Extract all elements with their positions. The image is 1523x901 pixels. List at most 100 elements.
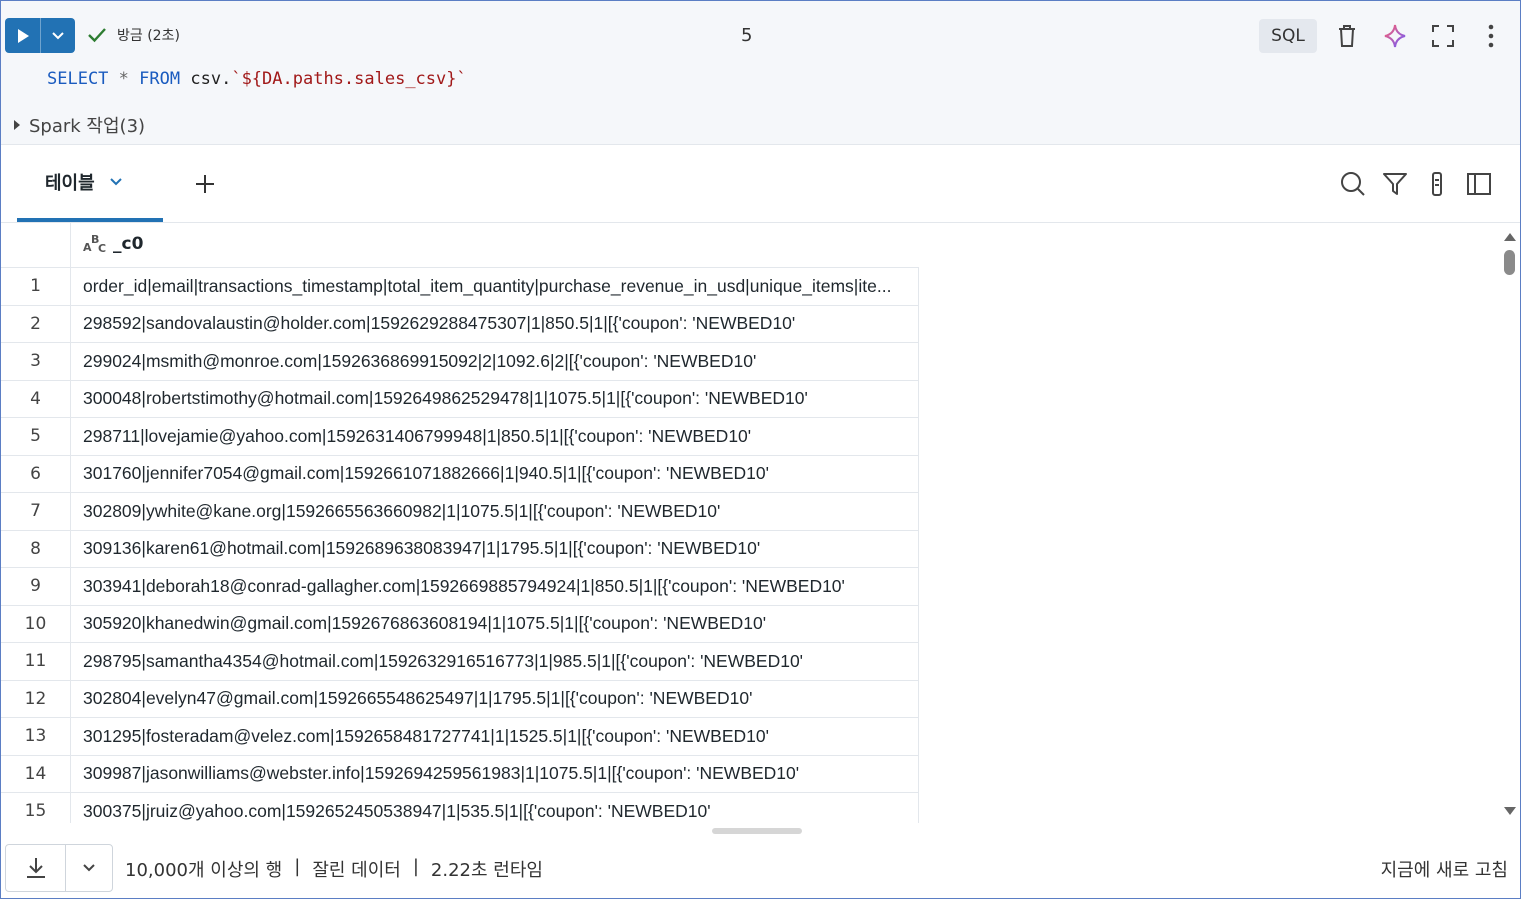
row-number: 6 — [1, 455, 71, 492]
table-row[interactable]: 9 303941|deborah18@conrad-gallagher.com|1… — [1, 568, 919, 606]
row-number: 11 — [1, 643, 71, 680]
download-button[interactable] — [6, 845, 66, 891]
cell-value[interactable]: 300375|jruiz@yahoo.com|1592652450538947|… — [83, 793, 913, 823]
run-cell-button[interactable] — [5, 18, 41, 53]
row-number: 8 — [1, 530, 71, 567]
download-button-group — [5, 844, 113, 892]
row-number: 5 — [1, 418, 71, 455]
run-button-group — [5, 18, 75, 53]
results-tab-bar: 테이블 — [1, 146, 1520, 223]
caret-right-icon — [14, 120, 20, 130]
table-row[interactable]: 6 301760|jennifer7054@gmail.com|159266107… — [1, 455, 919, 493]
table-row[interactable]: 15 300375|jruiz@yahoo.com|159265245053894… — [1, 793, 919, 823]
cell-value[interactable]: 300048|robertstimothy@hotmail.com|159264… — [83, 381, 913, 418]
row-index-header — [1, 223, 71, 268]
table-row[interactable]: 13 301295|fosteradam@velez.com|1592658481… — [1, 718, 919, 756]
add-visualization-button[interactable] — [191, 170, 219, 198]
play-icon — [17, 28, 29, 43]
vertical-scrollbar[interactable] — [1501, 225, 1519, 823]
string-type-icon: ABC — [83, 233, 107, 255]
table-row[interactable]: 4 300048|robertstimothy@hotmail.com|15926… — [1, 380, 919, 418]
tab-table[interactable]: 테이블 — [17, 146, 163, 222]
code-star: * — [118, 69, 129, 89]
results-footer: 10,000개 이상의 행 | 잘린 데이터 | 2.22초 런타임 지금에 새… — [1, 836, 1520, 898]
chevron-down-icon — [83, 864, 95, 872]
runtime-label: 2.22초 런타임 — [430, 860, 543, 881]
command-number: 5 — [741, 25, 753, 46]
cell-value[interactable]: 299024|msmith@monroe.com|159263686991509… — [83, 343, 913, 380]
language-selector[interactable]: SQL — [1259, 19, 1317, 53]
sparkle-icon — [1384, 24, 1406, 48]
cell-value[interactable]: 298711|lovejamie@yahoo.com|1592631406799… — [83, 418, 913, 455]
download-icon — [26, 858, 45, 878]
row-number: 7 — [1, 493, 71, 530]
cell-value[interactable]: 302804|evelyn47@gmail.com|15926655486254… — [83, 681, 913, 718]
chevron-down-icon — [52, 31, 64, 39]
truncated-label: 잘린 데이터 — [312, 860, 401, 881]
table-row[interactable]: 11 298795|samantha4354@hotmail.com|159263… — [1, 643, 919, 681]
cell-header: 방금 (2초) 5 SQL SELECT * FROM csv.`${DA.pa… — [1, 1, 1520, 145]
fullscreen-button[interactable] — [1429, 21, 1457, 51]
row-number: 15 — [1, 793, 71, 823]
run-status: 방금 (2초) — [87, 25, 180, 45]
table-row[interactable]: 8 309136|karen61@hotmail.com|159268963808… — [1, 530, 919, 568]
table-row[interactable]: 10 305920|khanedwin@gmail.com|15926768636… — [1, 605, 919, 643]
cell-value[interactable]: 298592|sandovalaustin@holder.com|1592629… — [83, 306, 913, 343]
cell-value[interactable]: 309987|jasonwilliams@webster.info|159269… — [83, 756, 913, 793]
row-number: 2 — [1, 305, 71, 342]
cell-value[interactable]: 302809|ywhite@kane.org|1592665563660982|… — [83, 493, 913, 530]
table-row[interactable]: 2 298592|sandovalaustin@holder.com|159262… — [1, 305, 919, 343]
scroll-up-icon[interactable] — [1501, 229, 1519, 243]
result-summary: 10,000개 이상의 행 | 잘린 데이터 | 2.22초 런타임 — [125, 856, 543, 882]
cell-value[interactable]: 309136|karen61@hotmail.com|1592689638083… — [83, 531, 913, 568]
column-settings-button[interactable] — [1423, 170, 1451, 198]
table-row[interactable]: 7 302809|ywhite@kane.org|1592665563660982… — [1, 493, 919, 531]
row-number: 1 — [1, 268, 71, 305]
delete-cell-button[interactable] — [1333, 21, 1361, 51]
row-number: 13 — [1, 718, 71, 755]
table-row[interactable]: 12 302804|evelyn47@gmail.com|159266554862… — [1, 680, 919, 718]
columns-icon — [1432, 172, 1442, 196]
assistant-button[interactable] — [1381, 21, 1409, 51]
column-header-c0[interactable]: ABC _c0 — [83, 233, 143, 255]
row-number: 10 — [1, 605, 71, 642]
row-number: 4 — [1, 380, 71, 417]
row-number: 9 — [1, 568, 71, 605]
search-icon — [1341, 172, 1365, 196]
cell-value[interactable]: order_id|email|transactions_timestamp|to… — [83, 268, 913, 305]
column-name: _c0 — [113, 234, 144, 254]
code-path-literal: `${DA.paths.sales_csv}` — [231, 69, 467, 89]
separator: | — [412, 856, 419, 877]
horizontal-scroll-thumb[interactable] — [712, 828, 802, 834]
status-text: 방금 (2초) — [117, 28, 180, 44]
cell-value[interactable]: 305920|khanedwin@gmail.com|1592676863608… — [83, 606, 913, 643]
table-row[interactable]: 5 298711|lovejamie@yahoo.com|159263140679… — [1, 418, 919, 456]
table-header: ABC _c0 — [1, 223, 919, 268]
cell-value[interactable]: 303941|deborah18@conrad-gallagher.com|15… — [83, 568, 913, 605]
code-table-prefix: csv. — [190, 69, 232, 89]
scroll-down-icon[interactable] — [1501, 805, 1519, 819]
cell-value[interactable]: 301760|jennifer7054@gmail.com|1592661071… — [83, 456, 913, 493]
results-table: ABC _c0 1 order_id|email|transactions_tim… — [1, 223, 919, 823]
table-row[interactable]: 14 309987|jasonwilliams@webster.info|1592… — [1, 755, 919, 793]
side-panel-button[interactable] — [1465, 170, 1493, 198]
search-table-button[interactable] — [1339, 170, 1367, 198]
trash-icon — [1339, 25, 1355, 47]
cell-value[interactable]: 301295|fosteradam@velez.com|159265848172… — [83, 718, 913, 755]
download-options-dropdown[interactable] — [66, 845, 112, 891]
filter-button[interactable] — [1381, 170, 1409, 198]
cell-value[interactable]: 298795|samantha4354@hotmail.com|15926329… — [83, 643, 913, 680]
vertical-scroll-thumb[interactable] — [1504, 250, 1515, 275]
refresh-link[interactable]: 지금에 새로 고침 — [1381, 856, 1508, 882]
spark-jobs-toggle[interactable]: Spark 작업(3) — [13, 112, 145, 138]
run-options-dropdown[interactable] — [41, 18, 75, 53]
code-editor[interactable]: SELECT * FROM csv.`${DA.paths.sales_csv}… — [47, 69, 467, 89]
chevron-down-icon — [109, 178, 122, 186]
row-number: 14 — [1, 755, 71, 792]
cell-menu-button[interactable] — [1477, 21, 1505, 51]
row-count: 10,000개 이상의 행 — [125, 860, 283, 881]
table-row[interactable]: 3 299024|msmith@monroe.com|15926368699150… — [1, 343, 919, 381]
table-row[interactable]: 1 order_id|email|transactions_timestamp|t… — [1, 268, 919, 306]
code-keyword-from: FROM — [139, 69, 181, 89]
code-keyword-select: SELECT — [47, 69, 109, 89]
